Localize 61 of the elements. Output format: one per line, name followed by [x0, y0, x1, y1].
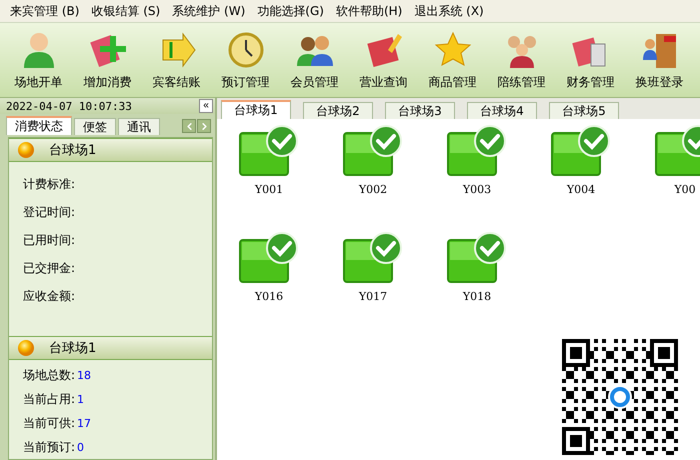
toolbar-icon [226, 30, 266, 70]
menu-item[interactable]: 软件帮助(H) [332, 0, 406, 22]
status-light-icon [17, 339, 35, 357]
menu-item[interactable]: 系统维护 (W) [168, 0, 250, 22]
table-checked-icon [342, 125, 404, 177]
menu-item[interactable]: 收银结算 (S) [87, 0, 164, 22]
toolbar-button[interactable]: 财务管理 [556, 25, 625, 95]
area-tab[interactable]: 台球场1 [221, 100, 291, 119]
toolbar-button[interactable]: 商品管理 [418, 25, 487, 95]
table-label[interactable]: Y004 [566, 183, 596, 196]
field-value: 0 [77, 440, 84, 454]
table-label[interactable]: Y002 [358, 183, 388, 196]
table-checked-icon [238, 232, 300, 284]
table-label[interactable]: Y016 [254, 290, 284, 303]
panel-tab[interactable]: 便签 [74, 118, 116, 135]
field-label: 当前预订: [23, 438, 76, 456]
toolbar-button[interactable]: 会员管理 [280, 25, 349, 95]
table-checked-icon [446, 125, 508, 177]
field-label: 当前占用: [23, 390, 76, 408]
area-tab[interactable]: 台球场4 [467, 102, 537, 119]
menu-item[interactable]: 功能选择(G) [253, 0, 328, 22]
collapse-button[interactable]: « [199, 99, 213, 113]
table-label[interactable]: Y017 [358, 290, 388, 303]
toolbar-button[interactable]: 预订管理 [211, 25, 280, 95]
section-title: 台球场1 [49, 340, 96, 357]
table-checked-icon [550, 125, 612, 177]
menu-item[interactable]: 退出系统 (X) [410, 0, 488, 22]
area-tab[interactable]: 台球场5 [549, 102, 619, 119]
date-time: 2022-04-07 10:07:33 [6, 100, 132, 112]
status-light-icon [17, 141, 35, 159]
area-tab[interactable]: 台球场3 [385, 102, 455, 119]
table-label[interactable]: Y018 [462, 290, 492, 303]
field-label: 已用时间: [23, 232, 76, 248]
toolbar-button[interactable]: 场地开单 [4, 25, 73, 95]
field-label: 已交押金: [23, 260, 76, 276]
toolbar-button[interactable]: 宾客结账 [142, 25, 211, 95]
menu-item[interactable]: 来宾管理 (B) [6, 0, 84, 22]
section-title: 台球场1 [49, 142, 96, 159]
table-checked-icon [238, 125, 300, 177]
field-label: 登记时间: [23, 204, 76, 220]
toolbar-button[interactable]: 换班登录 [625, 25, 694, 95]
table-label[interactable]: Y001 [254, 183, 284, 196]
field-label: 应收金额: [23, 288, 76, 304]
field-value: 1 [77, 392, 84, 406]
toolbar-button[interactable]: 增加消费 [73, 25, 142, 95]
table-label[interactable]: Y00 [674, 183, 696, 196]
table-label[interactable]: Y003 [462, 183, 492, 196]
field-label: 当前可供: [23, 414, 76, 432]
table-checked-icon [446, 232, 508, 284]
field-value: 17 [77, 416, 92, 430]
field-value: 18 [77, 368, 92, 382]
field-label: 场地总数: [23, 366, 76, 384]
panel-tab[interactable]: 通讯 [118, 118, 160, 135]
toolbar-button[interactable]: 营业查询 [349, 25, 418, 95]
table-checked-icon [342, 232, 404, 284]
scroll-right-button[interactable] [197, 119, 211, 133]
scroll-left-button[interactable] [182, 119, 196, 133]
field-label: 计费标准: [23, 176, 76, 192]
panel-tab[interactable]: 消费状态 [6, 116, 72, 135]
toolbar-button[interactable]: 陪练管理 [487, 25, 556, 95]
area-tab[interactable]: 台球场2 [303, 102, 373, 119]
